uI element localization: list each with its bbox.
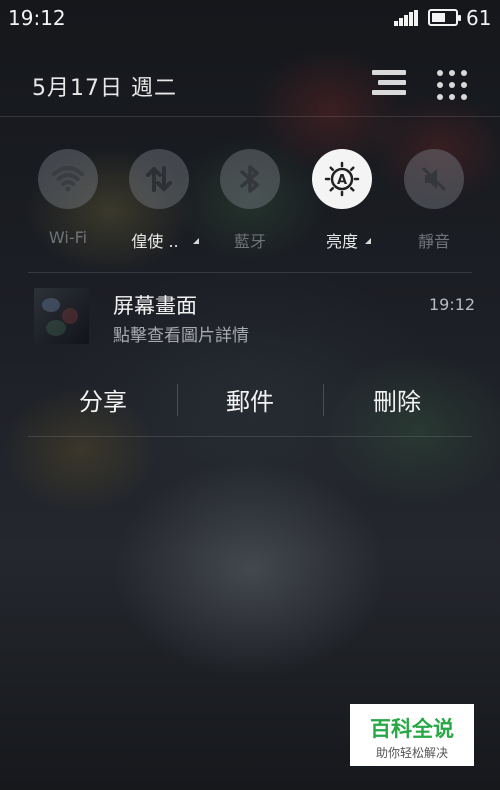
auto-brightness-icon: A — [324, 161, 360, 197]
mute-toggle[interactable] — [404, 149, 464, 209]
bluetooth-icon — [240, 165, 259, 193]
status-time: 19:12 — [8, 6, 66, 30]
mute-label: 靜音 — [417, 232, 450, 251]
list-icon[interactable] — [372, 70, 406, 98]
action-separator — [177, 384, 178, 416]
date-label: 5月17日 週二 — [32, 76, 177, 101]
svg-text:A: A — [337, 173, 347, 188]
mobile-data-icon — [146, 166, 172, 192]
mobile-data-toggle[interactable] — [129, 149, 189, 209]
action-separator — [323, 384, 324, 416]
mute-icon — [422, 167, 446, 191]
share-button[interactable]: 分享 — [33, 382, 173, 417]
watermark-title: 百科全说 — [370, 717, 454, 741]
brightness-label: 亮度 — [325, 232, 358, 251]
mobile-data-more-icon[interactable] — [193, 238, 199, 244]
notification-divider — [28, 436, 472, 437]
bluetooth-label: 藍牙 — [233, 232, 266, 251]
wifi-icon — [52, 166, 84, 192]
battery-icon — [428, 9, 461, 26]
screenshot-thumbnail[interactable] — [34, 288, 89, 344]
battery-level: 61 — [466, 6, 492, 30]
toggles-divider — [28, 272, 472, 273]
battery-fill — [432, 13, 446, 22]
brightness-toggle[interactable]: A — [312, 149, 372, 209]
header-divider — [0, 116, 500, 117]
bluetooth-toggle[interactable] — [220, 149, 280, 209]
watermark-logo: 百科全说 助你轻松解决 — [350, 704, 474, 766]
wifi-toggle[interactable] — [38, 149, 98, 209]
watermark-subtitle: 助你轻松解决 — [376, 746, 448, 760]
delete-button[interactable]: 刪除 — [327, 382, 467, 417]
notification-time: 19:12 — [429, 295, 476, 314]
grid-icon[interactable] — [437, 70, 467, 100]
notification-title[interactable]: 屏幕畫面 — [113, 290, 197, 320]
notification-subtitle[interactable]: 點擊查看圖片詳情 — [113, 321, 249, 346]
brightness-more-icon[interactable] — [365, 238, 371, 244]
wifi-label: Wi-Fi — [48, 228, 88, 247]
status-bar: 19:12 61 — [0, 0, 500, 36]
email-button[interactable]: 郵件 — [180, 382, 320, 417]
mobile-data-label: 偟使 .. — [131, 232, 179, 251]
signal-bars-icon — [394, 10, 420, 26]
